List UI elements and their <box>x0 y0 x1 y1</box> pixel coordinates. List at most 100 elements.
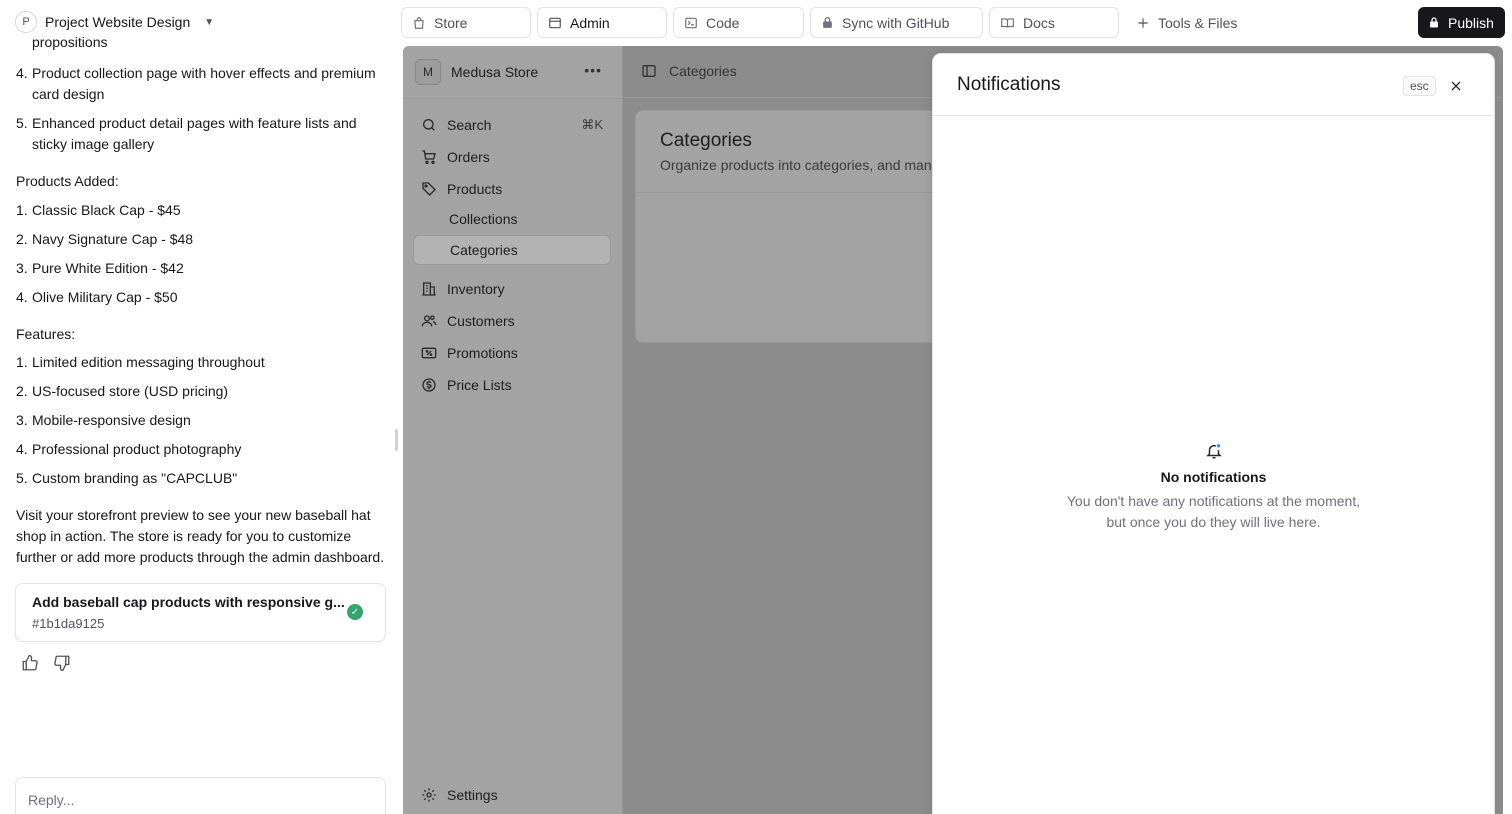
task-title: Add baseball cap products with responsiv… <box>32 594 345 610</box>
sidebar-item-settings[interactable]: Settings <box>413 781 611 809</box>
list-number: 4. <box>16 441 28 457</box>
list-number: 2. <box>16 383 28 399</box>
lock-icon <box>1430 17 1438 28</box>
close-button[interactable] <box>1447 77 1465 95</box>
sidebar-item-promotions[interactable]: Promotions <box>413 339 611 367</box>
chat-panel: P Project Website Design ▼ propositions … <box>0 0 400 814</box>
task-card[interactable]: Add baseball cap products with responsiv… <box>15 583 386 642</box>
thumbs-up-icon[interactable] <box>21 654 39 672</box>
sidebar-item-label: Promotions <box>447 345 518 361</box>
tab-label: Admin <box>570 14 610 31</box>
resize-handle[interactable] <box>395 429 398 451</box>
bell-icon <box>1205 442 1222 459</box>
cart-icon <box>422 150 436 164</box>
thumbs-down-icon[interactable] <box>53 654 71 672</box>
sidebar-item-label: Price Lists <box>447 377 512 393</box>
drawer-title: Notifications <box>957 74 1061 95</box>
sidebar-item-collections[interactable]: Collections <box>413 205 611 233</box>
receipt-percent-icon <box>421 347 437 359</box>
list-item: 4. Olive Military Cap - $50 <box>16 287 384 308</box>
list-item: 5. Enhanced product detail pages with fe… <box>16 113 384 155</box>
publish-button[interactable]: Publish <box>1418 7 1505 38</box>
list-text: Pure White Edition - $42 <box>32 260 184 276</box>
sidebar-item-label: Orders <box>447 149 490 165</box>
project-avatar: P <box>15 11 37 33</box>
page-title: Categories <box>660 130 752 151</box>
list-number: 5. <box>16 115 28 131</box>
list-text: Navy Signature Cap - $48 <box>32 231 194 247</box>
terminal-icon <box>685 17 697 28</box>
book-icon <box>1001 17 1014 28</box>
tab-label: Code <box>706 14 740 31</box>
check-circle-icon: ✓ <box>347 604 363 620</box>
sidebar-item-label: Settings <box>447 787 498 803</box>
list-item: 4. Product collection page with hover ef… <box>16 63 384 105</box>
empty-title: No notifications <box>1160 469 1267 485</box>
reply-input[interactable]: Reply... <box>15 777 386 814</box>
list-number: 4. <box>16 65 28 81</box>
list-text: Custom branding as "CAPCLUB" <box>32 470 238 486</box>
divider <box>403 98 623 99</box>
close-icon <box>1451 81 1461 91</box>
empty-state: No notifications You don't have any noti… <box>933 442 1494 533</box>
sidebar-item-label: Inventory <box>447 281 505 297</box>
plus-icon <box>1138 17 1148 28</box>
publish-label: Publish <box>1448 14 1494 31</box>
more-icon[interactable]: ••• <box>584 62 602 78</box>
list-number: 4. <box>16 289 28 305</box>
sidebar-item-products[interactable]: Products <box>413 175 611 203</box>
list-item: 5. Custom branding as "CAPCLUB" <box>16 468 384 489</box>
tools-files-button[interactable]: Tools & Files <box>1136 7 1237 38</box>
list-item: 3. Pure White Edition - $42 <box>16 258 384 279</box>
sidebar-item-customers[interactable]: Customers <box>413 307 611 335</box>
list-text: Mobile-responsive design <box>32 412 191 428</box>
store-switcher[interactable]: M Medusa Store <box>415 58 538 86</box>
store-avatar: M <box>415 59 441 85</box>
chevron-down-icon[interactable]: ▼ <box>204 17 214 28</box>
list-text: Professional product photography <box>32 441 242 457</box>
users-icon <box>421 315 437 327</box>
tab-label: Docs <box>1023 14 1055 31</box>
tab-sync-github[interactable]: Sync with GitHub <box>810 7 983 38</box>
sidebar-item-search[interactable]: Search ⌘K <box>413 111 611 139</box>
sidebar-toggle-icon[interactable] <box>641 63 657 79</box>
gear-icon <box>422 788 436 802</box>
tab-store[interactable]: Store <box>401 7 531 38</box>
list-text: Enhanced product detail pages with featu… <box>32 115 357 152</box>
tab-admin[interactable]: Admin <box>537 7 667 38</box>
shortcut-hint: ⌘K <box>581 117 603 132</box>
breadcrumb: Categories <box>641 63 737 79</box>
sidebar-item-label: Collections <box>449 211 518 227</box>
tag-icon <box>422 182 436 196</box>
sidebar-item-price-lists[interactable]: Price Lists <box>413 371 611 399</box>
list-item: 2. Navy Signature Cap - $48 <box>16 229 384 250</box>
admin-sidebar: M Medusa Store ••• Search ⌘K Orders Prod… <box>403 46 623 814</box>
notifications-drawer: Notifications esc No notifications You d… <box>933 54 1494 814</box>
sidebar-item-categories[interactable]: Categories <box>413 235 611 265</box>
window-icon <box>549 17 561 28</box>
empty-description: You don't have any notifications at the … <box>933 491 1494 533</box>
esc-hint: esc <box>1403 76 1436 96</box>
sidebar-item-label: Products <box>447 181 503 197</box>
project-switcher[interactable]: P Project Website Design ▼ <box>15 10 214 34</box>
list-text: Limited edition messaging throughout <box>32 354 265 370</box>
sidebar-item-inventory[interactable]: Inventory <box>413 275 611 303</box>
message-partial-line: propositions <box>32 34 108 50</box>
list-text: Product collection page with hover effec… <box>32 65 376 102</box>
products-heading: Products Added: <box>16 173 119 189</box>
list-number: 3. <box>16 260 28 276</box>
list-item: 2. US-focused store (USD pricing) <box>16 381 384 402</box>
tab-docs[interactable]: Docs <box>989 7 1119 38</box>
list-number: 3. <box>16 412 28 428</box>
sidebar-item-orders[interactable]: Orders <box>413 143 611 171</box>
task-id: #1b1da9125 <box>32 616 105 631</box>
tab-code[interactable]: Code <box>673 7 804 38</box>
lock-icon <box>823 16 832 28</box>
sidebar-item-label: Categories <box>450 242 518 258</box>
tab-label: Sync with GitHub <box>842 14 950 31</box>
breadcrumb-current: Categories <box>669 63 737 79</box>
list-number: 2. <box>16 231 28 247</box>
list-number: 1. <box>16 202 28 218</box>
sidebar-item-label: Search <box>447 117 492 133</box>
list-item: 4. Professional product photography <box>16 439 384 460</box>
